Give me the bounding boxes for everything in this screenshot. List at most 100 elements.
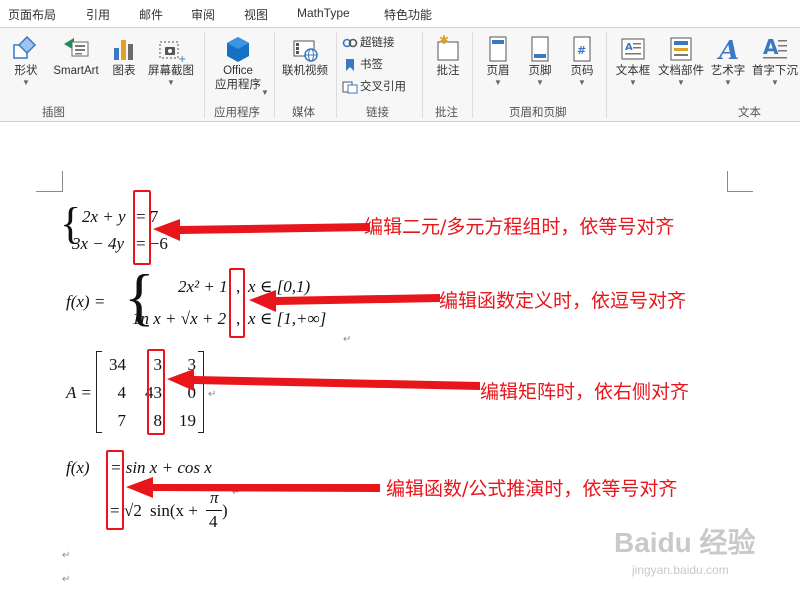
group-label-text: 文本 (738, 107, 761, 119)
drop-cap-label: 首字下沉 (752, 65, 798, 77)
arrow-pointer-icon (167, 369, 480, 391)
group-label-comments: 批注 (435, 107, 458, 119)
annotation-label: 编辑矩阵时，依右侧对齐 (480, 381, 690, 403)
quick-parts-icon (670, 37, 692, 61)
group-label-apps: 应用程序 (214, 107, 260, 119)
text-box-button[interactable]: A 文本框 ▼ (612, 34, 654, 87)
group-label-header-footer: 页眉和页脚 (509, 107, 567, 119)
chevron-down-icon: ▼ (261, 88, 269, 97)
bookmark-icon (346, 58, 354, 71)
annotation-label: 编辑函数定义时，依逗号对齐 (439, 290, 687, 312)
hyperlink-label: 超链接 (360, 37, 395, 49)
online-video-button[interactable]: 联机视频 (278, 34, 332, 78)
group-label-media: 媒体 (292, 107, 315, 119)
header-button[interactable]: 页眉 ▼ (480, 34, 516, 87)
tab-view[interactable]: 视图 (244, 6, 268, 23)
chart-button[interactable]: 图表 (108, 34, 140, 78)
arrow-pointer-icon (249, 290, 440, 312)
watermark-url: jingyan.baidu.com (632, 563, 729, 577)
svg-text:A: A (763, 35, 779, 59)
group-separator (274, 32, 275, 118)
annotation-label: 编辑函数/公式推演时，依等号对齐 (386, 478, 678, 500)
document-page[interactable]: { 2x + y = 7 3x − 4y = −6 f(x) = { 2x² +… (0, 123, 800, 600)
page-number-icon: # (573, 36, 591, 62)
comment-icon: ✱ (437, 34, 459, 61)
tab-review[interactable]: 审阅 (191, 6, 215, 23)
svg-text:✱: ✱ (439, 34, 449, 47)
chevron-down-icon: ▼ (677, 78, 685, 87)
new-comment-button[interactable]: ✱ 批注 (430, 34, 466, 78)
office-apps-label-1: Office (223, 65, 253, 77)
tab-mathtype[interactable]: MathType (297, 6, 350, 20)
chevron-down-icon: ▼ (536, 78, 544, 87)
screenshot-icon: + (159, 41, 186, 64)
shapes-icon (13, 35, 37, 59)
tab-page-layout[interactable]: 页面布局 (8, 6, 56, 23)
group-separator (606, 32, 607, 118)
bookmark-button[interactable]: 书签 (342, 56, 383, 74)
chevron-down-icon: ▼ (22, 78, 30, 87)
svg-text:#: # (577, 44, 586, 57)
online-video-label: 联机视频 (282, 65, 328, 77)
wordart-icon: A (716, 36, 739, 64)
group-label-links: 链接 (366, 107, 389, 119)
chevron-down-icon: ▼ (771, 78, 779, 87)
hyperlink-button[interactable]: 超链接 (342, 34, 395, 52)
drop-cap-button[interactable]: A 首字下沉 ▼ (750, 34, 800, 87)
screenshot-button[interactable]: + 屏幕截图 ▼ (144, 34, 198, 87)
office-store-icon (227, 37, 249, 62)
shapes-label: 形状 (14, 65, 38, 77)
ribbon: 形状 ▼ SmartArt 图表 + 屏幕截图 ▼ Office 应用程序 ▼ … (0, 28, 800, 122)
cross-reference-button[interactable]: 交叉引用 (342, 78, 406, 96)
text-box-icon: A (621, 38, 645, 60)
chevron-down-icon: ▼ (494, 78, 502, 87)
office-apps-label-2: 应用程序 (215, 79, 261, 91)
svg-text:A: A (716, 36, 739, 64)
svg-text:+: + (178, 54, 186, 64)
comment-label: 批注 (436, 65, 460, 77)
wordart-label: 艺术字 (710, 65, 746, 77)
footer-icon (531, 36, 549, 62)
tab-mailings[interactable]: 邮件 (139, 6, 163, 23)
quick-parts-button[interactable]: 文档部件 ▼ (656, 34, 706, 87)
bookmark-label: 书签 (360, 59, 383, 71)
wordart-button[interactable]: A 艺术字 ▼ (708, 34, 748, 87)
group-separator (204, 32, 205, 118)
chart-label: 图表 (112, 65, 136, 77)
link-icon (342, 38, 358, 48)
arrow-pointer-icon (153, 219, 370, 241)
chart-icon (114, 40, 133, 60)
screenshot-label: 屏幕截图 (148, 65, 194, 77)
text-box-label: 文本框 (615, 65, 651, 77)
page-number-button[interactable]: # 页码 ▼ (564, 34, 600, 87)
arrow-pointer-icon (126, 477, 380, 498)
tab-special[interactable]: 特色功能 (384, 6, 432, 23)
cross-reference-icon (342, 81, 358, 94)
group-separator (472, 32, 473, 118)
chevron-down-icon: ▼ (167, 78, 175, 87)
quick-parts-label: 文档部件 (658, 65, 704, 77)
tab-references[interactable]: 引用 (86, 6, 110, 23)
group-separator (336, 32, 337, 118)
drop-cap-icon: A (763, 35, 787, 59)
shapes-button[interactable]: 形状 ▼ (10, 34, 42, 87)
smartart-label: SmartArt (53, 65, 99, 77)
header-icon (489, 36, 507, 62)
office-apps-button[interactable]: Office 应用程序 (208, 34, 268, 92)
header-label: 页眉 (486, 65, 510, 77)
group-separator (422, 32, 423, 118)
chevron-down-icon: ▼ (724, 78, 732, 87)
watermark-brand: Baidu 经验 (614, 527, 756, 558)
page-number-label: 页码 (570, 65, 594, 77)
chevron-down-icon: ▼ (578, 78, 586, 87)
group-label-illustrations: 插图 (42, 107, 65, 119)
online-video-icon (293, 40, 318, 62)
footer-button[interactable]: 页脚 ▼ (522, 34, 558, 87)
footer-label: 页脚 (528, 65, 552, 77)
smartart-button[interactable]: SmartArt (48, 34, 104, 78)
ribbon-tab-bar: 页面布局 引用 邮件 审阅 视图 MathType 特色功能 (0, 0, 800, 28)
smartart-icon (64, 38, 89, 57)
annotation-label: 编辑二元/多元方程组时，依等号对齐 (364, 216, 675, 238)
cross-reference-label: 交叉引用 (360, 81, 406, 93)
svg-text:A: A (625, 42, 633, 53)
